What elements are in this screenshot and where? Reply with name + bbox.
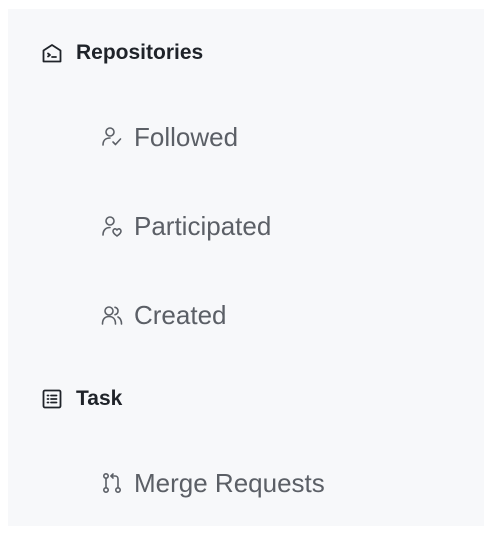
group-task[interactable]: Task (41, 384, 122, 414)
sidebar-item-label: Merge Requests (134, 467, 325, 498)
sidebar-item-label: Followed (134, 121, 239, 152)
task-list-icon (41, 388, 63, 410)
participated-user-icon (100, 214, 124, 238)
group-label-repositories: Repositories (76, 41, 204, 64)
created-users-icon (100, 303, 124, 327)
sidebar-item-merge-requests[interactable]: Merge Requests (100, 465, 325, 501)
group-label-task: Task (76, 387, 123, 410)
followed-user-icon (100, 125, 124, 149)
sidebar-item-label: Created (134, 299, 227, 330)
sidebar-nav: Repositories Followed Participated Creat… (8, 9, 484, 526)
repository-icon (41, 42, 63, 64)
merge-request-icon (100, 471, 124, 495)
sidebar-item-created[interactable]: Created (100, 297, 227, 333)
sidebar-item-followed[interactable]: Followed (100, 119, 238, 155)
group-repositories[interactable]: Repositories (41, 38, 203, 68)
sidebar-item-label: Participated (134, 210, 272, 241)
sidebar-item-participated[interactable]: Participated (100, 208, 271, 244)
